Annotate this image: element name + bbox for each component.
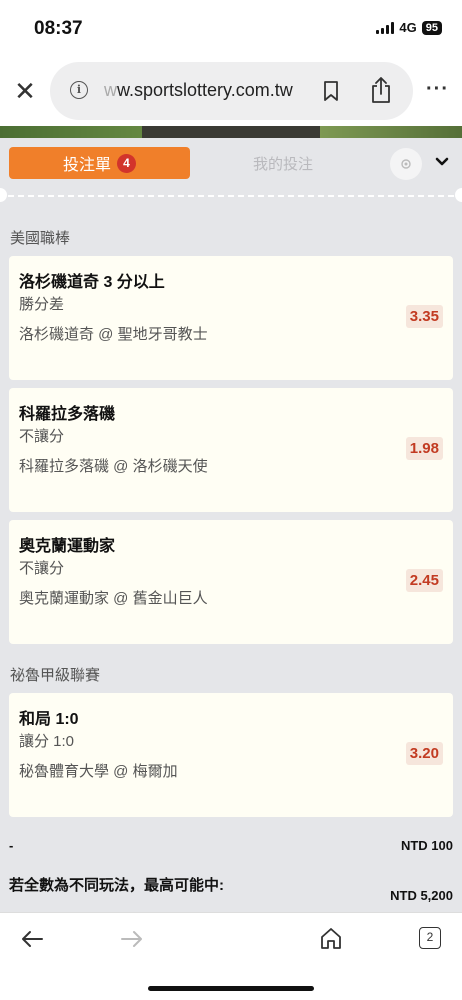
bet-item[interactable]: 和局 1:0 讓分 1:0 秘魯體育大學 @ 梅爾加 3.20 bbox=[9, 693, 453, 817]
chevron-down-icon[interactable] bbox=[432, 152, 452, 172]
browser-toolbar: ✕ i ww.sportslottery.com.tw ··· bbox=[0, 58, 462, 126]
bet-market: 勝分差 bbox=[19, 296, 65, 313]
url-faded: w bbox=[104, 80, 117, 100]
battery-icon: 95 bbox=[421, 20, 442, 35]
bet-market: 不讓分 bbox=[19, 560, 65, 577]
address-bar[interactable]: i ww.sportslottery.com.tw bbox=[50, 62, 413, 120]
stake-summary-row: - NTD 100 bbox=[9, 838, 453, 853]
home-indicator bbox=[148, 986, 314, 991]
bet-selection: 洛杉磯道奇 3 分以上 bbox=[19, 274, 165, 291]
gear-icon bbox=[401, 159, 411, 169]
url-main: w.sportslottery.com.tw bbox=[117, 80, 293, 100]
network-type: 4G bbox=[399, 20, 417, 35]
league-title: 祕魯甲級聯賽 bbox=[10, 667, 101, 684]
info-icon[interactable]: i bbox=[70, 81, 88, 99]
bet-slip-panel: 投注單 4 我的投注 美國職棒 洛杉磯道奇 3 分以上 勝分差 洛杉磯道奇 @ … bbox=[0, 138, 462, 912]
bet-market: 不讓分 bbox=[19, 428, 65, 445]
bet-selection: 奧克蘭運動家 bbox=[19, 538, 116, 555]
bet-market: 讓分 1:0 bbox=[19, 733, 75, 750]
divider bbox=[8, 195, 454, 197]
home-icon[interactable] bbox=[318, 925, 344, 951]
signal-icon bbox=[376, 21, 395, 34]
bet-match: 秘魯體育大學 @ 梅爾加 bbox=[19, 763, 178, 780]
close-icon[interactable]: ✕ bbox=[12, 76, 38, 106]
more-icon[interactable]: ··· bbox=[426, 78, 449, 101]
bet-odds: 3.20 bbox=[405, 742, 443, 765]
page-banner bbox=[0, 126, 462, 138]
bet-odds: 3.35 bbox=[405, 305, 443, 328]
bet-match: 科羅拉多落磯 @ 洛杉磯天使 bbox=[19, 458, 208, 475]
bet-odds: 2.45 bbox=[405, 569, 443, 592]
tab-bet-slip[interactable]: 投注單 4 bbox=[9, 147, 190, 179]
back-arrow-icon[interactable] bbox=[18, 925, 46, 953]
bet-match: 洛杉磯道奇 @ 聖地牙哥教士 bbox=[19, 326, 208, 343]
browser-bottom-nav: 2 bbox=[0, 912, 462, 1000]
max-payout-label: 若全數為不同玩法，最高可能中: bbox=[9, 877, 224, 894]
status-time: 08:37 bbox=[34, 18, 83, 39]
max-payout-amount: NTD 5,200 bbox=[390, 888, 453, 903]
bet-count-badge: 4 bbox=[117, 153, 136, 173]
bet-selection: 科羅拉多落磯 bbox=[19, 406, 116, 423]
tab-bet-slip-label: 投注單 bbox=[62, 157, 111, 174]
bet-match: 奧克蘭運動家 @ 舊金山巨人 bbox=[19, 590, 208, 607]
status-bar: 08:37 4G 95 bbox=[0, 0, 462, 58]
bookmark-icon[interactable] bbox=[322, 80, 340, 102]
status-indicators: 4G 95 bbox=[376, 20, 442, 35]
bet-selection: 和局 1:0 bbox=[19, 711, 79, 728]
tabs-button[interactable]: 2 bbox=[419, 927, 441, 949]
share-icon[interactable] bbox=[370, 76, 392, 104]
stake-label: - bbox=[9, 838, 14, 853]
url-text[interactable]: ww.sportslottery.com.tw bbox=[104, 80, 293, 101]
bet-item[interactable]: 奧克蘭運動家 不讓分 奧克蘭運動家 @ 舊金山巨人 2.45 bbox=[9, 520, 453, 644]
forward-arrow-icon[interactable] bbox=[118, 925, 146, 953]
settings-button[interactable] bbox=[390, 148, 422, 180]
league-title: 美國職棒 bbox=[10, 230, 71, 247]
bet-odds: 1.98 bbox=[405, 437, 443, 460]
stake-amount: NTD 100 bbox=[400, 838, 453, 853]
tab-my-bets[interactable]: 我的投注 bbox=[200, 147, 366, 179]
bet-item[interactable]: 科羅拉多落磯 不讓分 科羅拉多落磯 @ 洛杉磯天使 1.98 bbox=[9, 388, 453, 512]
bet-item[interactable]: 洛杉磯道奇 3 分以上 勝分差 洛杉磯道奇 @ 聖地牙哥教士 3.35 bbox=[9, 256, 453, 380]
